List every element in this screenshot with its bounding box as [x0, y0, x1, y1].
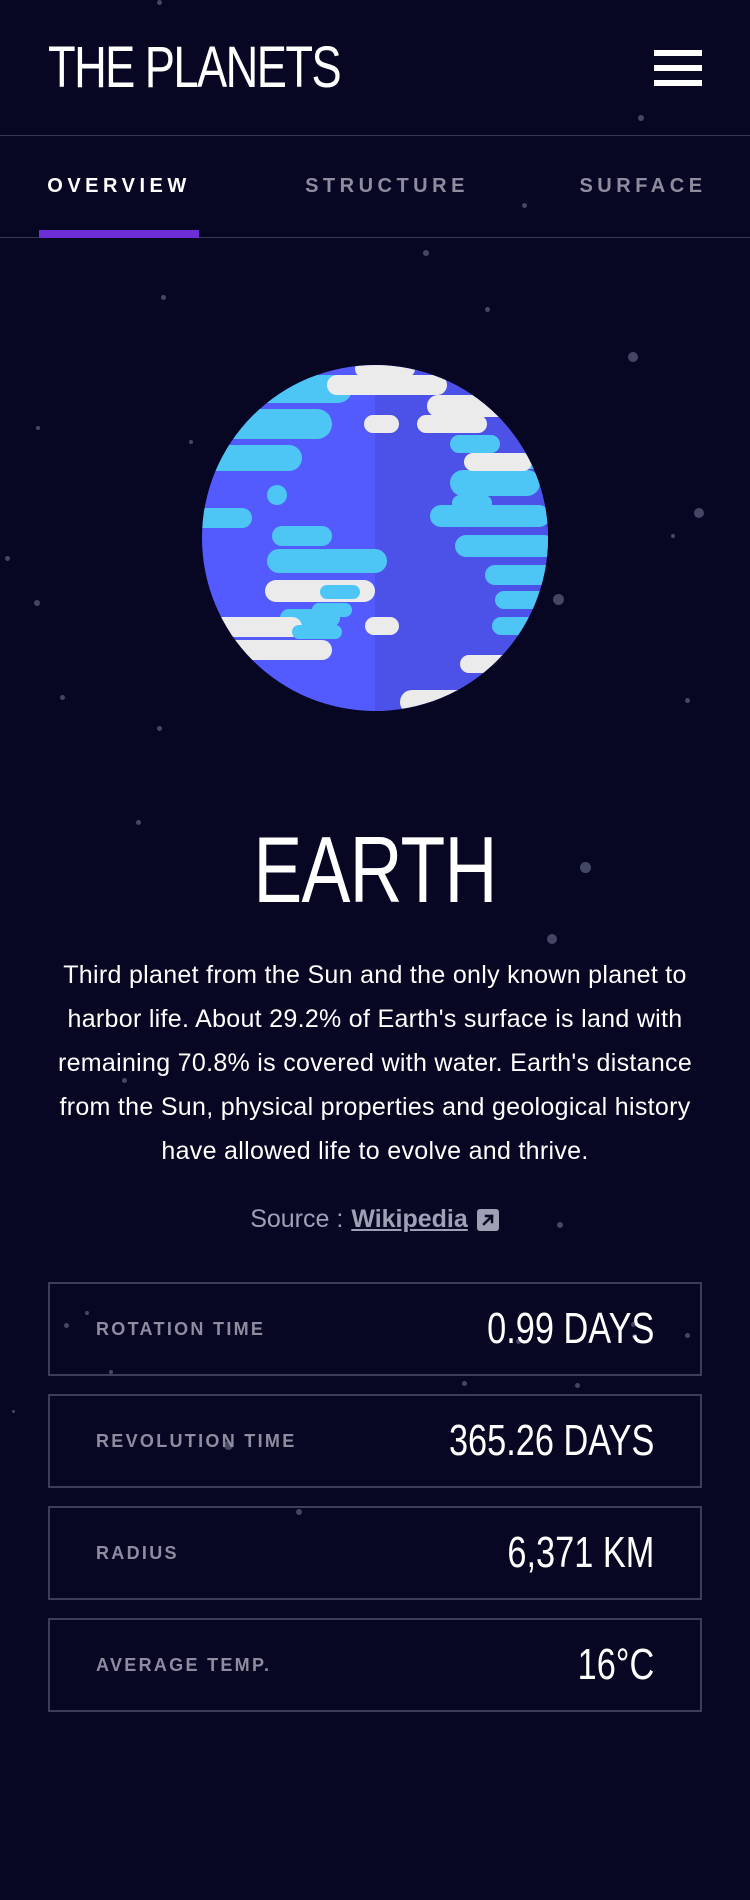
planet-tabs: OVERVIEW STRUCTURE SURFACE — [0, 136, 750, 238]
stat-average-temp: AVERAGE TEMP. 16°C — [48, 1618, 702, 1712]
tab-surface[interactable]: SURFACE — [579, 136, 702, 237]
earth-planet-image — [202, 365, 548, 711]
planet-stats: ROTATION TIME 0.99 DAYS REVOLUTION TIME … — [48, 1282, 702, 1712]
stat-value: 16°C — [577, 1640, 654, 1689]
planet-image-area — [0, 238, 750, 823]
stat-radius: RADIUS 6,371 KM — [48, 1506, 702, 1600]
stat-rotation-time: ROTATION TIME 0.99 DAYS — [48, 1282, 702, 1376]
source-label: Source : — [250, 1205, 344, 1233]
tab-structure[interactable]: STRUCTURE — [305, 136, 464, 237]
stat-label: AVERAGE TEMP. — [96, 1654, 272, 1675]
site-header: THE PLANETS — [0, 0, 750, 136]
planet-info: EARTH Third planet from the Sun and the … — [0, 823, 750, 1234]
stat-revolution-time: REVOLUTION TIME 365.26 DAYS — [48, 1394, 702, 1488]
stat-label: ROTATION TIME — [96, 1318, 266, 1339]
wikipedia-link[interactable]: Wikipedia — [351, 1205, 467, 1234]
hamburger-icon[interactable] — [654, 49, 702, 86]
tab-overview[interactable]: OVERVIEW — [39, 136, 199, 238]
source-line: Source : Wikipedia — [48, 1205, 702, 1234]
stat-value: 6,371 KM — [507, 1528, 654, 1577]
stat-value: 0.99 DAYS — [486, 1304, 654, 1353]
stat-label: RADIUS — [96, 1542, 179, 1563]
external-link-icon[interactable] — [476, 1208, 500, 1232]
planet-description: Third planet from the Sun and the only k… — [57, 961, 693, 1165]
stat-label: REVOLUTION TIME — [96, 1430, 297, 1451]
site-logo[interactable]: THE PLANETS — [48, 34, 342, 101]
stat-value: 365.26 DAYS — [448, 1416, 654, 1465]
planet-name: EARTH — [253, 817, 497, 922]
